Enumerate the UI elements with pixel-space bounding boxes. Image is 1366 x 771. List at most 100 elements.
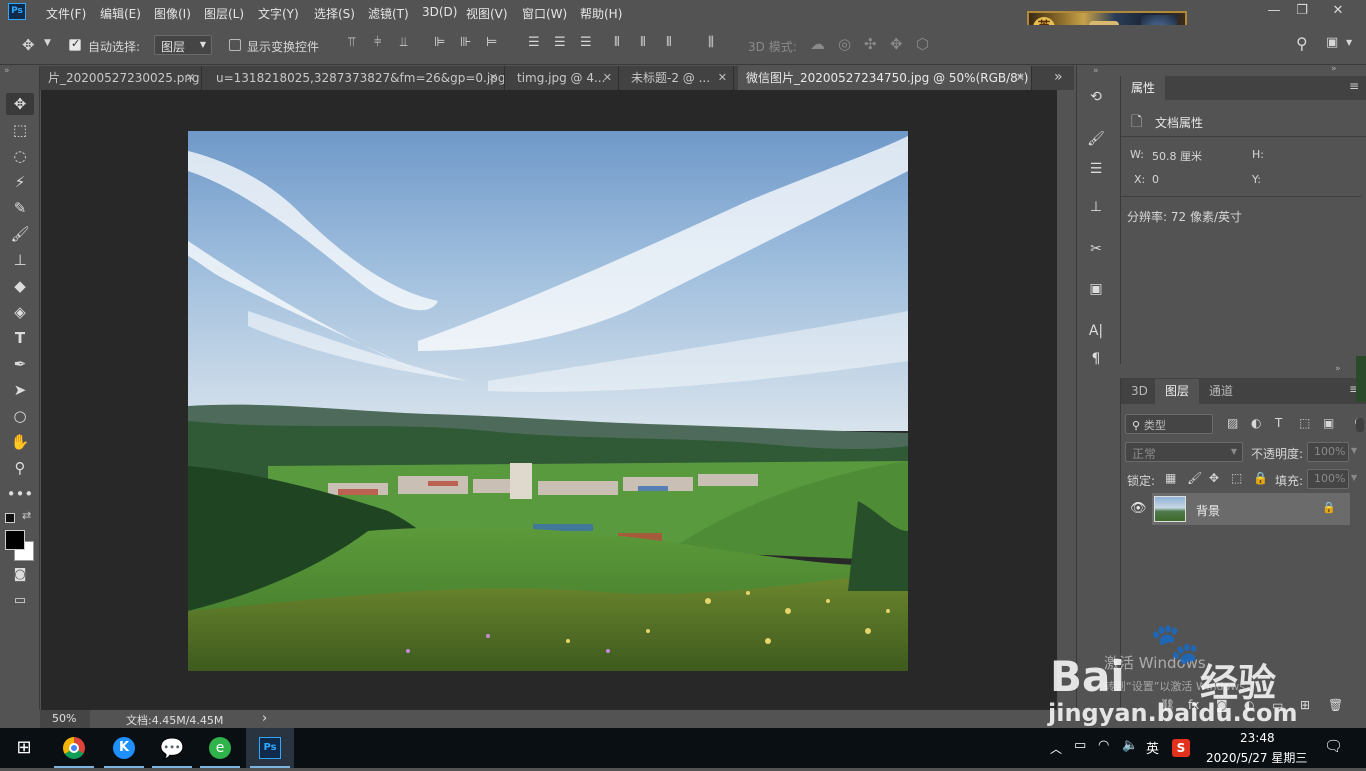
foreground-color-swatch[interactable] [5, 530, 25, 550]
align-vcenter-icon[interactable]: ⫩ [374, 35, 381, 50]
adjustments-icon[interactable]: ☰ [1085, 158, 1107, 180]
close-button[interactable]: ✕ [1326, 2, 1350, 20]
layers-scrollbar[interactable] [1356, 418, 1364, 432]
tab-layers[interactable]: 图层 [1155, 379, 1200, 404]
filter-pixel-icon[interactable]: ▨ [1227, 416, 1238, 430]
tab-document-3[interactable]: timg.jpg @ 4... ✕ [509, 66, 619, 90]
sogou-icon[interactable]: S [1172, 739, 1190, 757]
restore-button[interactable]: ❐ [1290, 2, 1314, 20]
tab-3d[interactable]: 3D [1121, 379, 1158, 403]
quick-mask-icon[interactable]: ◙ [6, 564, 34, 586]
distribute-hcenter-icon[interactable]: ⦀ [640, 35, 646, 50]
align-right-icon[interactable]: ⊨ [486, 35, 497, 50]
chevron-down-icon[interactable]: ▼ [1351, 446, 1357, 455]
panel-menu-icon[interactable]: ≡ [1349, 79, 1359, 93]
auto-select-checkbox[interactable] [69, 37, 81, 51]
menu-select[interactable]: 选择(S) [314, 5, 355, 22]
collapse-icon[interactable]: » [1335, 364, 1341, 374]
distribute-bottom-icon[interactable]: ☰ [580, 35, 592, 50]
ellipse-tool-icon[interactable]: ○ [6, 405, 34, 427]
eye-icon[interactable]: 👁 [1130, 501, 1147, 516]
menu-3d[interactable]: 3D(D) [422, 5, 457, 19]
taskbar-wechat[interactable]: 💬 [148, 728, 196, 768]
close-icon[interactable]: ✕ [489, 66, 498, 90]
layer-filter-dropdown[interactable]: ⚲ 类型 [1125, 414, 1213, 434]
align-left-icon[interactable]: ⊫ [434, 35, 445, 50]
distribute-top-icon[interactable]: ☰ [528, 35, 540, 50]
menu-view[interactable]: 视图(V) [466, 5, 508, 22]
ime-indicator[interactable]: 英 [1146, 738, 1159, 757]
lock-transparent-icon[interactable]: ▦ [1165, 471, 1176, 485]
menu-help[interactable]: 帮助(H) [580, 5, 622, 22]
move-tool-icon[interactable]: ✥ [22, 36, 35, 54]
menu-layer[interactable]: 图层(L) [204, 5, 244, 22]
layer-name[interactable]: 背景 [1196, 502, 1220, 519]
clock-date[interactable]: 2020/5/27 星期三 [1206, 749, 1307, 766]
menu-image[interactable]: 图像(I) [154, 5, 191, 22]
zoom-tool-icon[interactable]: ⚲ [6, 457, 34, 479]
taskbar-chrome[interactable] [50, 728, 98, 768]
collapse-icon[interactable]: » [4, 66, 10, 76]
history-panel-icon[interactable]: ⟲ [1085, 86, 1107, 108]
tab-channels[interactable]: 通道 [1199, 379, 1243, 403]
more-tools-icon[interactable]: ••• [6, 483, 34, 505]
screen-mode-icon[interactable]: ▭ [6, 590, 34, 612]
chevron-down-icon[interactable]: ▼ [1351, 473, 1357, 482]
volume-icon[interactable]: 🔈 [1122, 738, 1138, 753]
marquee-tool-icon[interactable]: ⬚ [6, 119, 34, 141]
collapse-icon[interactable]: » [1331, 64, 1337, 74]
magic-wand-tool-icon[interactable]: ⚡ [6, 171, 34, 193]
eyedropper-tool-icon[interactable]: ✎ [6, 197, 34, 219]
scale-3d-icon[interactable]: ⬡ [916, 35, 929, 53]
taskbar-photoshop[interactable]: Ps [246, 728, 294, 768]
path-select-tool-icon[interactable]: ➤ [6, 379, 34, 401]
clone-source-icon[interactable]: ⊥ [1085, 196, 1107, 218]
pen-tool-icon[interactable]: ✒ [6, 353, 34, 375]
photoshop-logo[interactable]: Ps [8, 3, 26, 20]
search-icon[interactable]: ⚲ [1296, 34, 1308, 53]
close-icon[interactable]: ✕ [1016, 66, 1025, 90]
notification-icon[interactable]: 🗨 [1324, 737, 1343, 755]
clock-time[interactable]: 23:48 [1240, 731, 1275, 745]
eraser-tool-icon[interactable]: ◆ [6, 275, 34, 297]
auto-align-icon[interactable]: ⫼ [708, 35, 714, 50]
align-top-icon[interactable]: ⫪ [348, 35, 355, 50]
tab-document-4[interactable]: 未标题-2 @ ... ✕ [623, 66, 734, 90]
fill-tool-icon[interactable]: ◈ [6, 301, 34, 323]
document-image[interactable] [188, 131, 908, 671]
chevron-down-icon[interactable]: ▼ [1346, 38, 1352, 47]
lock-all-icon[interactable]: 🔒 [1253, 471, 1268, 485]
zoom-field[interactable]: 50% [40, 710, 90, 728]
close-icon[interactable]: ✕ [718, 66, 727, 90]
menu-type[interactable]: 文字(Y) [258, 5, 299, 22]
show-transform-checkbox[interactable] [229, 39, 241, 51]
stamp-tool-icon[interactable]: ⊥ [6, 249, 34, 271]
brush-settings-icon[interactable]: 🖌 [1085, 128, 1107, 150]
start-button[interactable]: ⊞ [0, 728, 48, 768]
opacity-field[interactable]: 100% [1307, 442, 1349, 462]
chevron-up-icon[interactable]: ︿ [1050, 740, 1062, 757]
close-icon[interactable]: ✕ [603, 66, 612, 90]
slide-3d-icon[interactable]: ✥ [890, 35, 903, 53]
distribute-vcenter-icon[interactable]: ☰ [554, 35, 566, 50]
hand-tool-icon[interactable]: ✋ [6, 431, 34, 453]
scroll-indicator[interactable] [1356, 356, 1366, 402]
character-panel-icon[interactable]: A| [1085, 320, 1107, 342]
tab-document-1[interactable]: 片_20200527230025.png ✕ [40, 66, 202, 90]
align-bottom-icon[interactable]: ⫫ [400, 35, 407, 50]
tool-presets-icon[interactable]: ✂ [1085, 238, 1107, 260]
blend-mode-dropdown[interactable]: 正常 ▼ [1125, 442, 1243, 462]
filter-shape-icon[interactable]: ⬚ [1299, 416, 1310, 430]
paragraph-panel-icon[interactable]: ¶ [1085, 348, 1107, 370]
lasso-tool-icon[interactable]: ◌ [6, 145, 34, 167]
type-tool-icon[interactable]: T [6, 327, 34, 349]
orbit-3d-icon[interactable]: ☁ [810, 35, 825, 53]
menu-filter[interactable]: 滤镜(T) [368, 5, 409, 22]
tab-document-active[interactable]: 微信图片_20200527234750.jpg @ 50%(RGB/8*) ✕ [738, 66, 1032, 90]
properties-tab[interactable]: 属性 [1121, 76, 1166, 100]
layer-row[interactable]: 👁 背景 🔒 [1130, 493, 1350, 525]
battery-icon[interactable]: ▭ [1074, 738, 1086, 753]
minimize-button[interactable]: — [1262, 2, 1286, 20]
wifi-icon[interactable]: ◠ [1098, 738, 1109, 753]
tab-document-2[interactable]: u=1318218025,3287373827&fm=26&gp=0.jpg ✕ [208, 66, 505, 90]
